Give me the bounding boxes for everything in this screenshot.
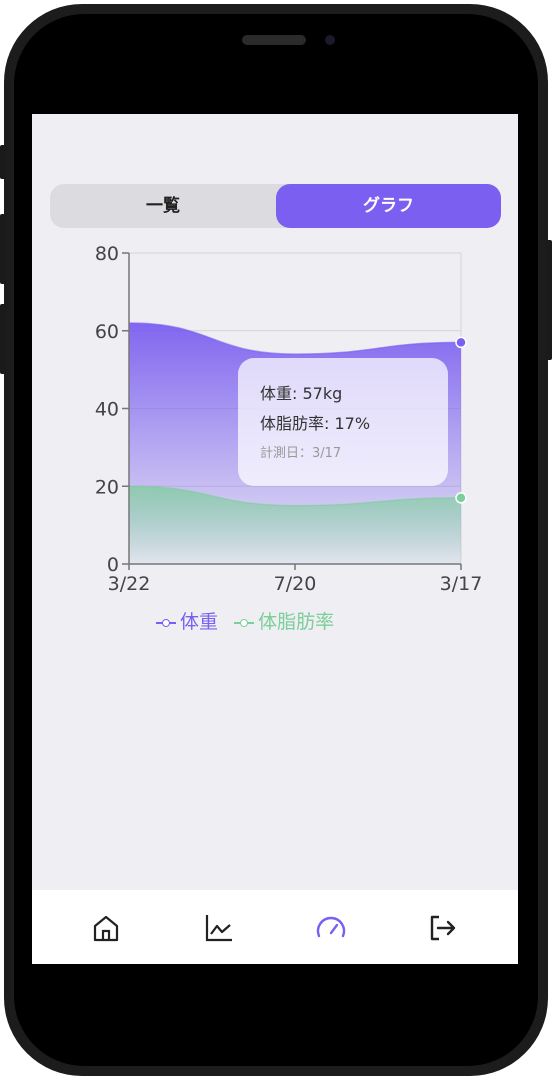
tooltip-date: 計測日：3/17 bbox=[260, 446, 342, 461]
volume-up-button bbox=[0, 214, 6, 284]
mute-switch bbox=[0, 145, 6, 179]
home-icon bbox=[93, 915, 119, 942]
x-tick-label: 7/20 bbox=[274, 573, 317, 595]
earpiece-speaker bbox=[242, 35, 306, 45]
y-tick-label: 40 bbox=[95, 399, 119, 421]
y-tick-label: 60 bbox=[95, 321, 119, 343]
legend-item-body-fat[interactable]: 体脂肪率 bbox=[234, 607, 334, 634]
tooltip-weight: 体重: 57kg bbox=[260, 384, 343, 403]
legend-item-weight[interactable]: 体重 bbox=[156, 607, 218, 634]
gauge-icon bbox=[316, 916, 346, 938]
app-screen: 一覧 グラフ 0 20 40 60 80 3/22 7/20 3/17 体重: 57kg 体脂… bbox=[32, 114, 518, 964]
tooltip-body-fat: 体脂肪率: 17% bbox=[260, 414, 371, 433]
data-point-body-fat bbox=[455, 492, 467, 504]
front-camera bbox=[325, 35, 335, 45]
nav-measure[interactable] bbox=[313, 910, 349, 946]
chart-line-icon bbox=[205, 915, 232, 942]
legend-label-weight: 体重 bbox=[180, 611, 219, 633]
power-button bbox=[546, 240, 552, 360]
legend-label-body-fat: 体脂肪率 bbox=[258, 611, 335, 633]
nav-home[interactable] bbox=[88, 910, 124, 946]
chart-legend: 体重 体脂肪率 bbox=[156, 607, 344, 634]
nav-logout[interactable] bbox=[424, 910, 460, 946]
legend-marker-icon bbox=[156, 618, 176, 628]
bottom-nav bbox=[32, 890, 518, 964]
legend-marker-icon bbox=[234, 618, 255, 628]
volume-down-button bbox=[0, 304, 6, 374]
data-point-weight bbox=[455, 336, 467, 349]
nav-history[interactable] bbox=[201, 910, 237, 946]
x-tick-label: 3/17 bbox=[440, 573, 483, 595]
x-tick-label: 3/22 bbox=[108, 573, 151, 595]
y-tick-label: 80 bbox=[95, 243, 119, 265]
y-tick-label: 20 bbox=[95, 476, 119, 498]
logout-icon bbox=[430, 915, 456, 941]
data-tooltip: 体重: 57kg 体脂肪率: 17% 計測日：3/17 bbox=[238, 358, 448, 486]
